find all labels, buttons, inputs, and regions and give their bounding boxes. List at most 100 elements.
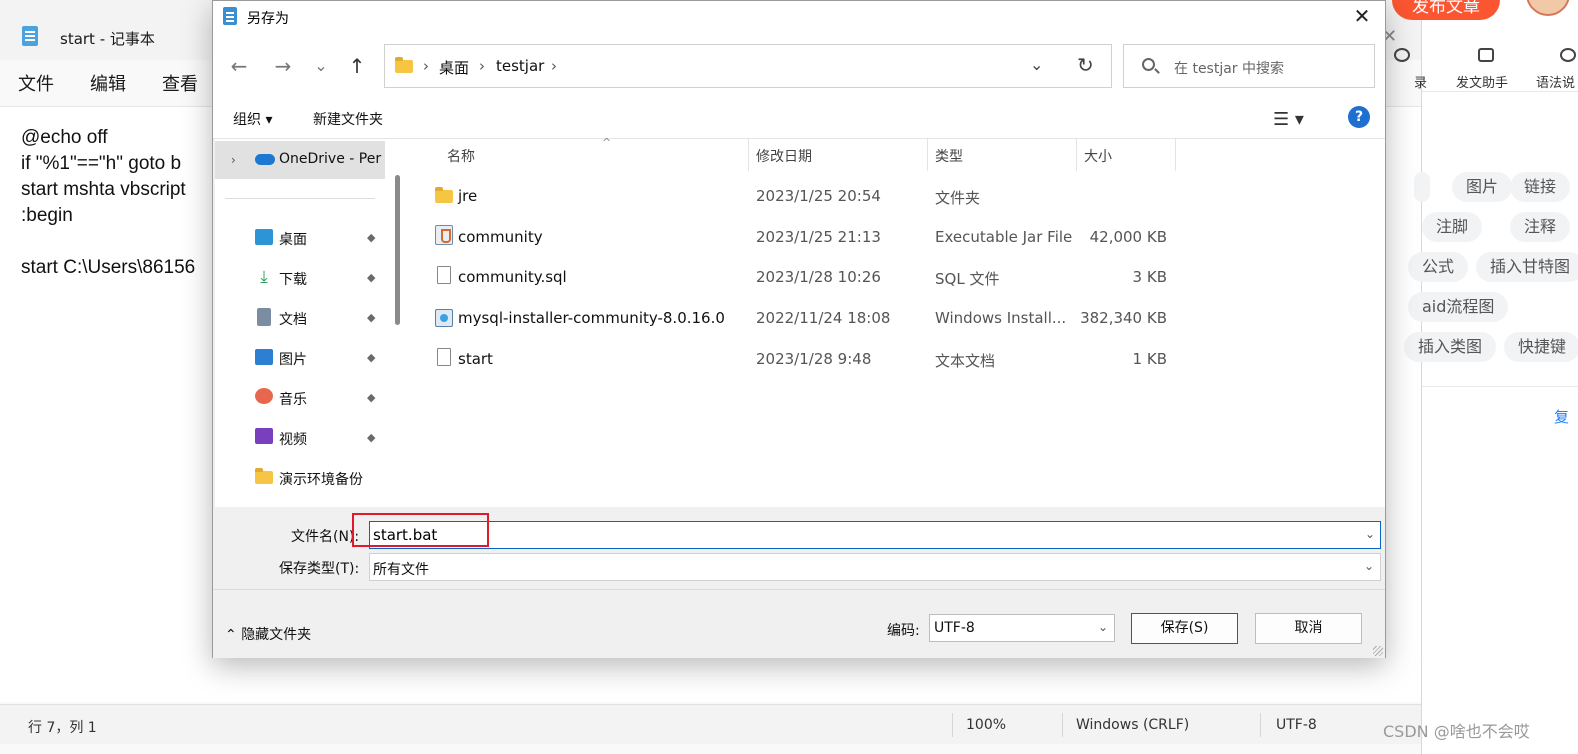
toolbar-item[interactable]: 发文助手 <box>1456 72 1508 91</box>
help-icon[interactable]: ? <box>1348 106 1370 128</box>
organize-button[interactable]: 组织 ▾ <box>233 109 272 129</box>
help-icon[interactable] <box>1560 48 1576 62</box>
file-modified: 2023/1/25 21:13 <box>756 228 881 246</box>
breadcrumb-separator[interactable]: › <box>551 57 557 75</box>
close-icon[interactable]: ✕ <box>1349 3 1375 29</box>
column-divider[interactable] <box>748 139 749 171</box>
toolbar-item[interactable]: 语法说 <box>1536 72 1575 91</box>
folder-icon <box>395 57 413 73</box>
new-folder-button[interactable]: 新建文件夹 <box>313 109 383 129</box>
status-divider <box>1062 713 1063 737</box>
csdn-watermark: CSDN @啥也不会哎 <box>1383 722 1530 741</box>
column-divider[interactable] <box>927 139 928 171</box>
column-header-name[interactable]: 名称 <box>447 146 475 166</box>
sort-ascending-icon: ^ <box>602 136 612 149</box>
tag-button[interactable]: 链接 <box>1510 172 1571 202</box>
line-ending: Windows (CRLF) <box>1076 717 1190 733</box>
file-name: start <box>458 350 493 368</box>
filetype-value: 所有文件 <box>373 562 429 578</box>
filetype-select[interactable]: 所有文件 ⌄ <box>369 553 1381 581</box>
publish-article-button[interactable]: 发布文章 <box>1392 0 1500 20</box>
nav-scrollbar-thumb[interactable] <box>395 175 400 325</box>
search-input[interactable]: 在 testjar 中搜索 <box>1123 44 1375 88</box>
menu-file[interactable]: 文件 <box>0 62 72 102</box>
encoding-select[interactable]: UTF-8 ⌄ <box>929 614 1115 642</box>
chevron-down-icon[interactable]: ⌄ <box>1030 55 1043 74</box>
pin-icon[interactable]: ◆ <box>367 311 375 324</box>
column-header-type[interactable]: 类型 <box>935 146 963 166</box>
copy-link[interactable]: 复 <box>1554 406 1569 427</box>
menu-view[interactable]: 查看 <box>144 62 216 102</box>
chevron-down-icon[interactable]: ⌄ <box>1365 527 1375 541</box>
filename-input[interactable] <box>369 521 1381 549</box>
navigation-bar: ← → ⌄ ↑ › 桌面 › testjar › ⌄ ↻ 在 testjar 中… <box>213 33 1385 97</box>
command-bar: 组织 ▾ 新建文件夹 ☰ ▾ ? <box>213 97 1385 139</box>
refresh-icon[interactable]: ↻ <box>1077 53 1094 77</box>
pin-icon[interactable]: ◆ <box>367 431 375 444</box>
tag-button[interactable]: 注释 <box>1510 212 1571 242</box>
toolbar-item[interactable]: 录 <box>1414 72 1427 91</box>
chevron-down-icon: ⌄ <box>1097 620 1108 634</box>
nav-item-label: 图片 <box>279 352 307 368</box>
column-header-size[interactable]: 大小 <box>1084 146 1112 166</box>
file-name: mysql-installer-community-8.0.16.0 <box>458 309 725 327</box>
file-type: SQL 文件 <box>935 270 1000 288</box>
tag-button[interactable]: 快捷键 <box>1504 332 1578 362</box>
file-type: 文本文档 <box>935 352 996 370</box>
file-modified: 2022/11/24 18:08 <box>756 309 891 327</box>
nav-item-label: 演示环境备份 <box>279 472 363 488</box>
menu-edit[interactable]: 编辑 <box>72 62 144 102</box>
pin-icon[interactable]: ◆ <box>367 231 375 244</box>
pin-icon[interactable]: ◆ <box>367 271 375 284</box>
up-arrow-icon[interactable]: ↑ <box>343 53 371 79</box>
nav-divider <box>225 198 375 199</box>
address-bar[interactable]: › 桌面 › testjar › ⌄ ↻ <box>384 44 1112 88</box>
assistant-icon[interactable] <box>1478 48 1494 62</box>
sql-file-icon <box>437 266 451 284</box>
music-icon <box>255 388 273 404</box>
column-header-modified[interactable]: 修改日期 <box>756 146 812 166</box>
breadcrumb-separator: › <box>479 57 485 75</box>
download-icon: ⤓ <box>260 267 268 287</box>
tag-button[interactable]: 插入甘特图 <box>1476 252 1578 282</box>
breadcrumb-testjar[interactable]: testjar <box>496 57 544 75</box>
tag-button[interactable]: 图片 <box>1452 172 1513 202</box>
tag-button[interactable]: 插入类图 <box>1404 332 1497 362</box>
file-modified: 2023/1/25 20:54 <box>756 187 881 205</box>
forward-arrow-icon[interactable]: → <box>269 53 297 79</box>
notepad-icon <box>223 7 237 25</box>
tag-button[interactable]: aid流程图 <box>1408 292 1509 322</box>
view-options-icon[interactable]: ☰ ▾ <box>1273 109 1304 130</box>
resize-grip[interactable] <box>1373 646 1383 656</box>
nav-item-label: 文档 <box>279 312 307 328</box>
chevron-down-icon[interactable]: ⌄ <box>307 53 335 79</box>
chevron-right-icon[interactable]: › <box>231 153 236 167</box>
breadcrumb-desktop[interactable]: 桌面 <box>439 57 469 78</box>
file-name: community <box>458 228 543 246</box>
pin-icon[interactable]: ◆ <box>367 391 375 404</box>
hide-folders-toggle[interactable]: ⌃ 隐藏文件夹 <box>225 624 311 644</box>
save-button[interactable]: 保存(S) <box>1131 613 1238 644</box>
csdn-toolbar: 录 发文助手 语法说 <box>1394 40 1578 92</box>
tag-button[interactable]: 注脚 <box>1422 212 1483 242</box>
cancel-button[interactable]: 取消 <box>1255 613 1362 644</box>
folder-icon <box>255 468 273 484</box>
hide-folders-label: 隐藏文件夹 <box>241 627 312 643</box>
panel-divider <box>1422 386 1578 387</box>
csdn-editor-panel: 发布文章 录 发文助手 语法说 图片 链接 注脚 注释 公式 插入甘特图 aid… <box>1392 0 1578 754</box>
onedrive-cloud-icon <box>255 154 275 165</box>
avatar[interactable] <box>1526 0 1570 16</box>
tag-button[interactable]: 公式 <box>1408 252 1469 282</box>
nav-item-label: 下载 <box>279 272 307 288</box>
pin-icon[interactable]: ◆ <box>367 351 375 364</box>
file-modified: 2023/1/28 9:48 <box>756 350 872 368</box>
nav-item-onedrive[interactable]: › OneDrive - Per <box>215 141 385 179</box>
tag-button[interactable] <box>1414 172 1430 202</box>
gear-icon[interactable] <box>1394 48 1410 62</box>
column-divider[interactable] <box>1076 139 1077 171</box>
nav-item-label: OneDrive - Per <box>279 151 382 167</box>
column-divider[interactable] <box>1175 139 1176 171</box>
document-icon <box>257 308 271 326</box>
back-arrow-icon[interactable]: ← <box>225 53 253 79</box>
file-name: jre <box>458 187 478 205</box>
